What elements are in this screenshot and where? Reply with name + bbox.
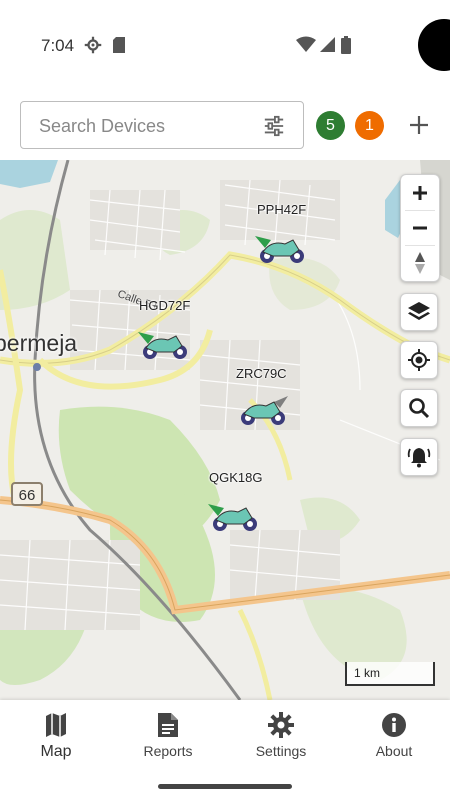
map-view[interactable]: bermeja Calle 53 66 PPH42F HGD72F ZRC79C… — [0, 160, 450, 700]
signal-icon — [320, 36, 336, 59]
nav-label-settings: Settings — [255, 743, 307, 759]
my-location-button[interactable] — [400, 341, 438, 379]
nav-item-about[interactable]: About — [338, 712, 450, 770]
search-map-button[interactable] — [400, 389, 438, 427]
home-indicator[interactable] — [158, 784, 292, 789]
vehicle-label[interactable]: QGK18G — [209, 470, 262, 485]
motorcycle-icon[interactable] — [253, 232, 309, 271]
status-bar: 7:04 — [0, 0, 450, 90]
scale-label: 1 km — [354, 666, 381, 680]
status-time: 7:04 — [41, 36, 75, 55]
camera-cutout — [418, 19, 450, 71]
search-icon — [409, 398, 430, 419]
bell-alert-icon — [407, 448, 431, 468]
gear-icon — [268, 712, 294, 738]
vehicle-label[interactable]: ZRC79C — [236, 366, 287, 381]
wifi-icon — [296, 36, 316, 59]
my-location-icon — [408, 349, 430, 371]
map-tiles — [0, 160, 450, 700]
minus-icon — [413, 226, 427, 230]
vehicle-label[interactable]: PPH42F — [257, 202, 306, 217]
city-label: bermeja — [0, 330, 78, 356]
reset-north-button[interactable] — [401, 245, 439, 281]
nav-item-settings[interactable]: Settings — [225, 712, 337, 770]
nav-label-reports: Reports — [143, 743, 193, 759]
search-box[interactable] — [20, 101, 304, 150]
online-count-badge[interactable]: 5 — [316, 111, 345, 140]
plus-icon — [413, 186, 427, 200]
add-device-icon[interactable] — [407, 113, 431, 142]
motorcycle-icon[interactable] — [206, 500, 262, 539]
sim-card-icon — [112, 36, 126, 59]
document-icon — [158, 713, 178, 737]
nav-label-map: Map — [40, 743, 72, 760]
motorcycle-icon[interactable] — [136, 328, 192, 367]
compass-icon — [415, 252, 425, 274]
info-icon — [382, 713, 406, 737]
settings-status-icon — [84, 36, 102, 59]
map-icon — [46, 713, 66, 737]
search-toolbar: 5 1 — [0, 90, 450, 161]
offline-count-badge[interactable]: 1 — [355, 111, 384, 140]
vehicle-label[interactable]: HGD72F — [139, 298, 190, 313]
alarm-button[interactable] — [400, 438, 438, 476]
zoom-controls — [400, 174, 440, 282]
zoom-out-button[interactable] — [401, 210, 439, 246]
motorcycle-icon[interactable] — [234, 394, 290, 433]
filter-icon[interactable] — [263, 115, 285, 142]
layers-button[interactable] — [400, 293, 438, 331]
zoom-in-button[interactable] — [401, 175, 439, 211]
layers-icon — [408, 302, 430, 320]
battery-icon — [341, 36, 351, 59]
scale-bar: 1 km — [345, 662, 435, 686]
search-input[interactable] — [37, 102, 261, 150]
route-shield: 66 — [11, 482, 43, 506]
nav-item-reports[interactable]: Reports — [112, 712, 224, 770]
nav-item-map[interactable]: Map — [0, 712, 112, 770]
nav-label-about: About — [375, 743, 413, 759]
